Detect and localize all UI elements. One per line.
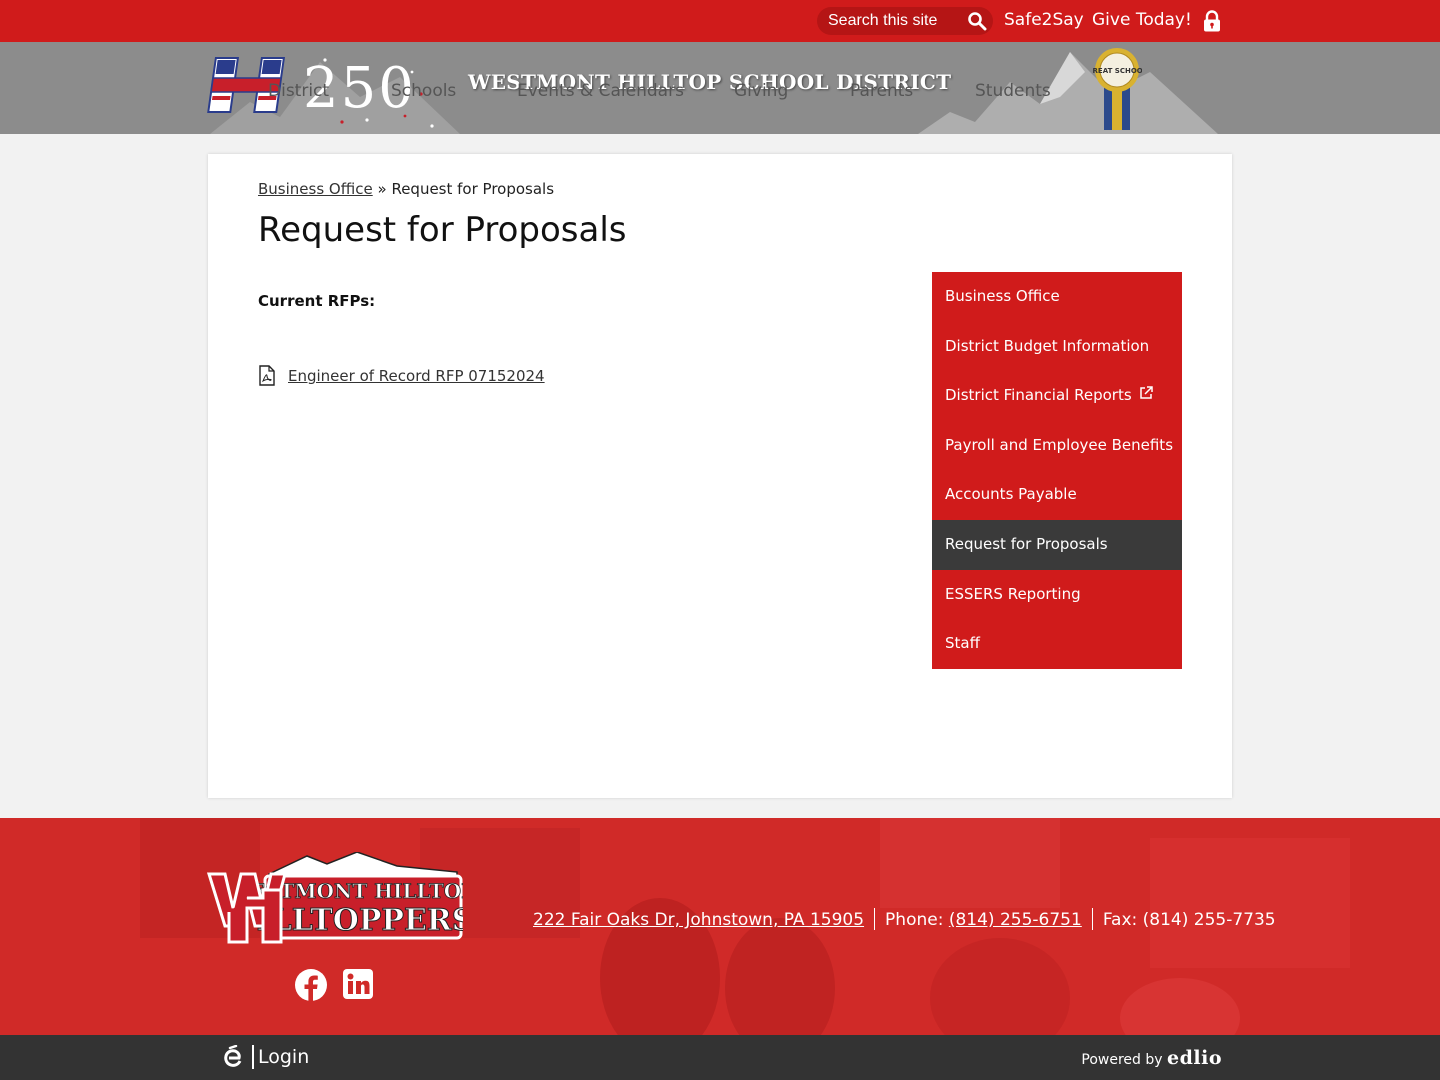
nav-schools[interactable]: Schools: [391, 81, 456, 101]
sidenav-item-district-budget-information[interactable]: District Budget Information: [932, 322, 1182, 372]
pdf-file-icon: [259, 365, 275, 386]
sidenav-item-staff[interactable]: Staff: [932, 619, 1182, 669]
search-icon[interactable]: [967, 11, 987, 31]
badge-text: GREAT SCHOOL: [1092, 67, 1142, 75]
footer-logo-line2: ILLTOPPERS: [257, 903, 463, 938]
great-school-badge-icon: GREAT SCHOOL: [1092, 48, 1142, 130]
login-link[interactable]: Login: [258, 1046, 309, 1068]
sidenav-item-request-for-proposals[interactable]: Request for Proposals: [932, 519, 1182, 570]
divider: [1091, 908, 1093, 930]
facebook-icon[interactable]: [294, 968, 328, 1002]
nav-parents[interactable]: Parents: [850, 81, 913, 101]
hilltoppers-logo[interactable]: ESTMONT HILLTOP ILLTOPPERS: [207, 852, 463, 944]
search-input[interactable]: [828, 11, 968, 31]
top-utility-bar: Safe2Say Give Today!: [0, 0, 1440, 42]
section-side-nav: Business Office District Budget Informat…: [932, 272, 1182, 669]
give-today-link[interactable]: Give Today!: [1092, 10, 1192, 30]
site-footer: ESTMONT HILLTOP ILLTOPPERS 222 Fair Oaks…: [0, 818, 1440, 1035]
sidenav-item-accounts-payable[interactable]: Accounts Payable: [932, 470, 1182, 520]
content-card: Business Office » Request for Proposals …: [208, 154, 1232, 798]
login-divider: [252, 1045, 254, 1069]
rfp-document-link[interactable]: Engineer of Record RFP 07152024: [288, 367, 545, 385]
sidenav-item-payroll-employee-benefits[interactable]: Payroll and Employee Benefits: [932, 421, 1182, 471]
edlio-brand: edlio: [1167, 1047, 1222, 1069]
powered-by-label: Powered by: [1081, 1052, 1163, 1068]
breadcrumb-business-office[interactable]: Business Office: [258, 180, 373, 198]
footer-phone-link[interactable]: (814) 255-6751: [949, 910, 1082, 930]
breadcrumb-separator: »: [377, 180, 387, 198]
page-title: Request for Proposals: [258, 210, 627, 250]
lock-icon[interactable]: [1202, 10, 1222, 32]
footer-contact-info: 222 Fair Oaks Dr, Johnstown, PA 15905 Pho…: [533, 908, 1276, 930]
phone-label: Phone:: [885, 910, 944, 930]
safe2say-link[interactable]: Safe2Say: [1004, 10, 1084, 30]
linkedin-icon[interactable]: [342, 968, 376, 1002]
nav-giving[interactable]: Giving: [734, 81, 788, 101]
breadcrumb-current: Request for Proposals: [391, 180, 555, 198]
site-header: 250 WESTMONT HILLTOP SCHOOL DISTRICT Dis…: [0, 42, 1440, 134]
edlio-logo-icon[interactable]: [222, 1045, 244, 1069]
sidenav-item-district-financial-reports[interactable]: District Financial Reports: [932, 371, 1182, 421]
sidenav-item-business-office[interactable]: Business Office: [932, 272, 1182, 322]
powered-by-edlio[interactable]: Powered by edlio: [1081, 1047, 1222, 1069]
external-link-icon: [1139, 386, 1153, 399]
sidenav-item-label: District Financial Reports: [945, 386, 1132, 405]
search-box: [817, 7, 993, 35]
nav-students[interactable]: Students: [975, 81, 1051, 101]
sidenav-item-essers-reporting[interactable]: ESSERS Reporting: [932, 570, 1182, 620]
divider: [874, 908, 876, 930]
current-rfps-label: Current RFPs:: [258, 292, 376, 310]
bottom-bar: Login Powered by edlio: [0, 1035, 1440, 1080]
breadcrumb: Business Office » Request for Proposals: [258, 180, 554, 198]
nav-events-calendars[interactable]: Events & Calendars: [517, 81, 684, 101]
footer-address-link[interactable]: 222 Fair Oaks Dr, Johnstown, PA 15905: [533, 910, 864, 930]
footer-fax: Fax: (814) 255-7735: [1102, 910, 1276, 930]
nav-district[interactable]: District: [268, 81, 329, 101]
